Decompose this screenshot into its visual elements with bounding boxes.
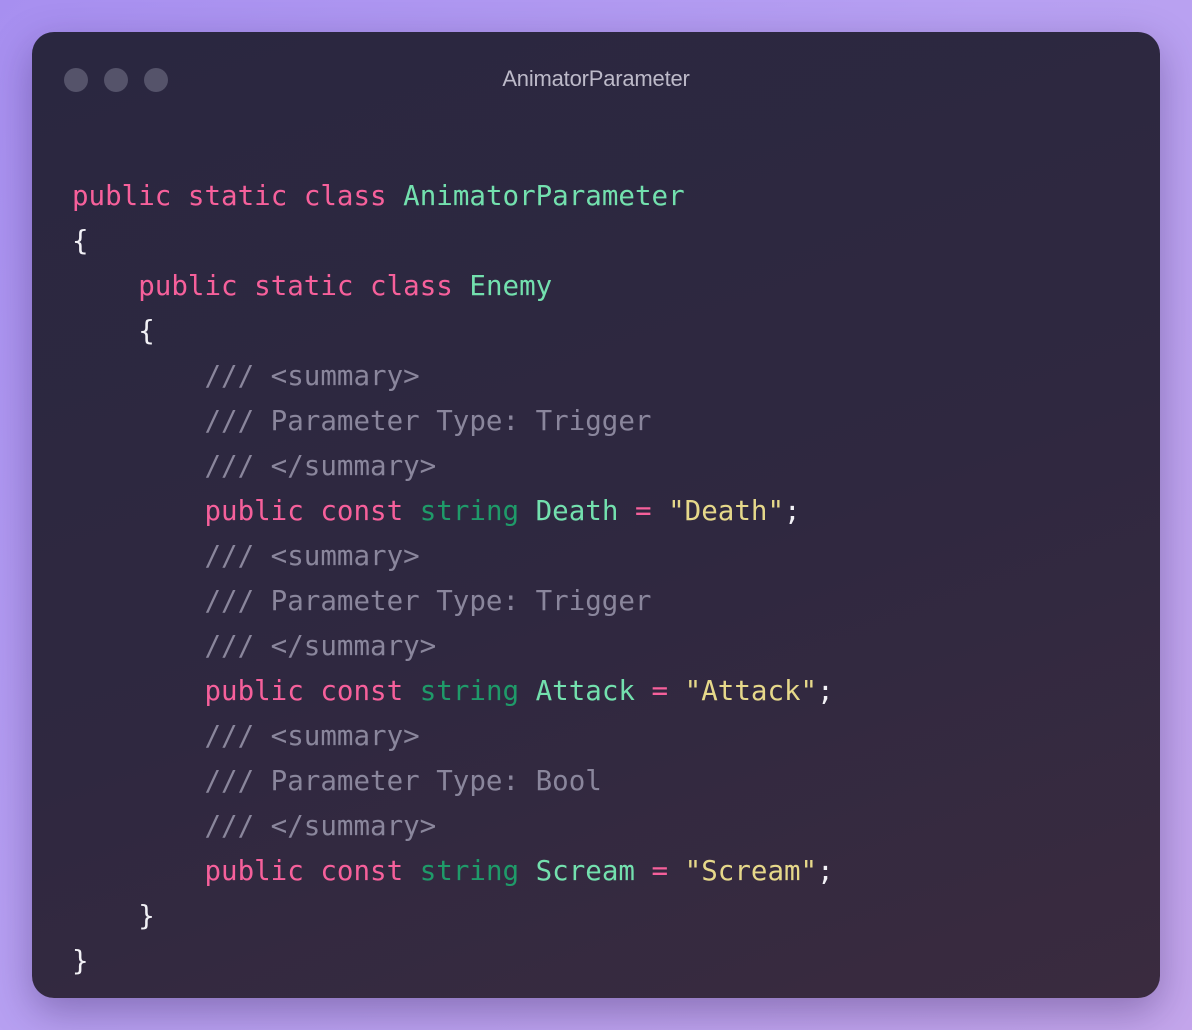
code-line-10: /// Parameter Type: Trigger bbox=[72, 579, 834, 624]
code-line-18: } bbox=[72, 939, 834, 984]
code-identifier: Attack bbox=[535, 675, 635, 707]
code-operator: = bbox=[651, 675, 669, 707]
code-line-11: /// </summary> bbox=[72, 624, 834, 669]
code-type: string bbox=[419, 675, 520, 707]
code-keyword: static bbox=[254, 270, 354, 302]
code-keyword: const bbox=[320, 675, 404, 707]
code-type: string bbox=[419, 855, 520, 887]
code-semicolon: ; bbox=[784, 495, 801, 527]
code-keyword: public bbox=[204, 495, 304, 527]
code-line-4: { bbox=[72, 309, 834, 354]
code-semicolon: ; bbox=[817, 855, 834, 887]
code-keyword: public bbox=[72, 180, 172, 212]
code-keyword: static bbox=[187, 180, 288, 212]
code-comment: /// </summary> bbox=[204, 630, 437, 662]
code-string: "Death" bbox=[668, 495, 785, 527]
code-operator: = bbox=[634, 495, 652, 527]
code-line-15: /// </summary> bbox=[72, 804, 834, 849]
code-line-6: /// Parameter Type: Trigger bbox=[72, 399, 834, 444]
code-line-5: /// <summary> bbox=[72, 354, 834, 399]
code-semicolon: ; bbox=[817, 675, 834, 707]
window-title: AnimatorParameter bbox=[502, 66, 690, 91]
code-line-2: { bbox=[72, 219, 834, 264]
code-comment: /// <summary> bbox=[204, 720, 420, 752]
code-operator: = bbox=[651, 855, 669, 887]
code-comment: /// Parameter Type: Bool bbox=[204, 765, 602, 797]
code-identifier: Scream bbox=[535, 855, 635, 887]
code-keyword: public bbox=[138, 270, 238, 302]
code-keyword: class bbox=[370, 270, 453, 302]
code-comment: /// <summary> bbox=[204, 360, 420, 392]
code-comment: /// <summary> bbox=[204, 540, 420, 572]
code-brace: { bbox=[72, 225, 89, 257]
code-keyword: public bbox=[204, 855, 304, 887]
code-type: string bbox=[419, 495, 520, 527]
code-class-name: AnimatorParameter bbox=[403, 180, 685, 212]
code-line-16: public const string Scream = "Scream"; bbox=[72, 849, 834, 894]
code-class-name: Enemy bbox=[469, 270, 553, 302]
code-comment: /// </summary> bbox=[204, 450, 437, 482]
code-keyword: const bbox=[320, 855, 404, 887]
code-brace: } bbox=[138, 900, 155, 932]
code-string: "Scream" bbox=[684, 855, 818, 887]
code-line-14: /// Parameter Type: Bool bbox=[72, 759, 834, 804]
code-line-8: public const string Death = "Death"; bbox=[72, 489, 834, 534]
code-line-3: public static class Enemy bbox=[72, 264, 834, 309]
code-line-1: public static class AnimatorParameter bbox=[72, 174, 834, 219]
code-line-17: } bbox=[72, 894, 834, 939]
code-string: "Attack" bbox=[684, 675, 818, 707]
code-comment: /// Parameter Type: Trigger bbox=[204, 585, 652, 617]
code-block: public static class AnimatorParameter { p… bbox=[72, 174, 834, 984]
window-titlebar: AnimatorParameter bbox=[32, 32, 1160, 128]
code-line-13: /// <summary> bbox=[72, 714, 834, 759]
code-keyword: class bbox=[303, 180, 387, 212]
code-keyword: public bbox=[204, 675, 304, 707]
code-brace: { bbox=[138, 315, 155, 347]
code-identifier: Death bbox=[535, 495, 619, 527]
code-window: AnimatorParameter public static class An… bbox=[32, 32, 1160, 998]
code-comment: /// Parameter Type: Trigger bbox=[204, 405, 652, 437]
code-comment: /// </summary> bbox=[204, 810, 437, 842]
code-brace: } bbox=[72, 945, 89, 977]
code-keyword: const bbox=[320, 495, 404, 527]
code-line-9: /// <summary> bbox=[72, 534, 834, 579]
code-line-7: /// </summary> bbox=[72, 444, 834, 489]
code-line-12: public const string Attack = "Attack"; bbox=[72, 669, 834, 714]
